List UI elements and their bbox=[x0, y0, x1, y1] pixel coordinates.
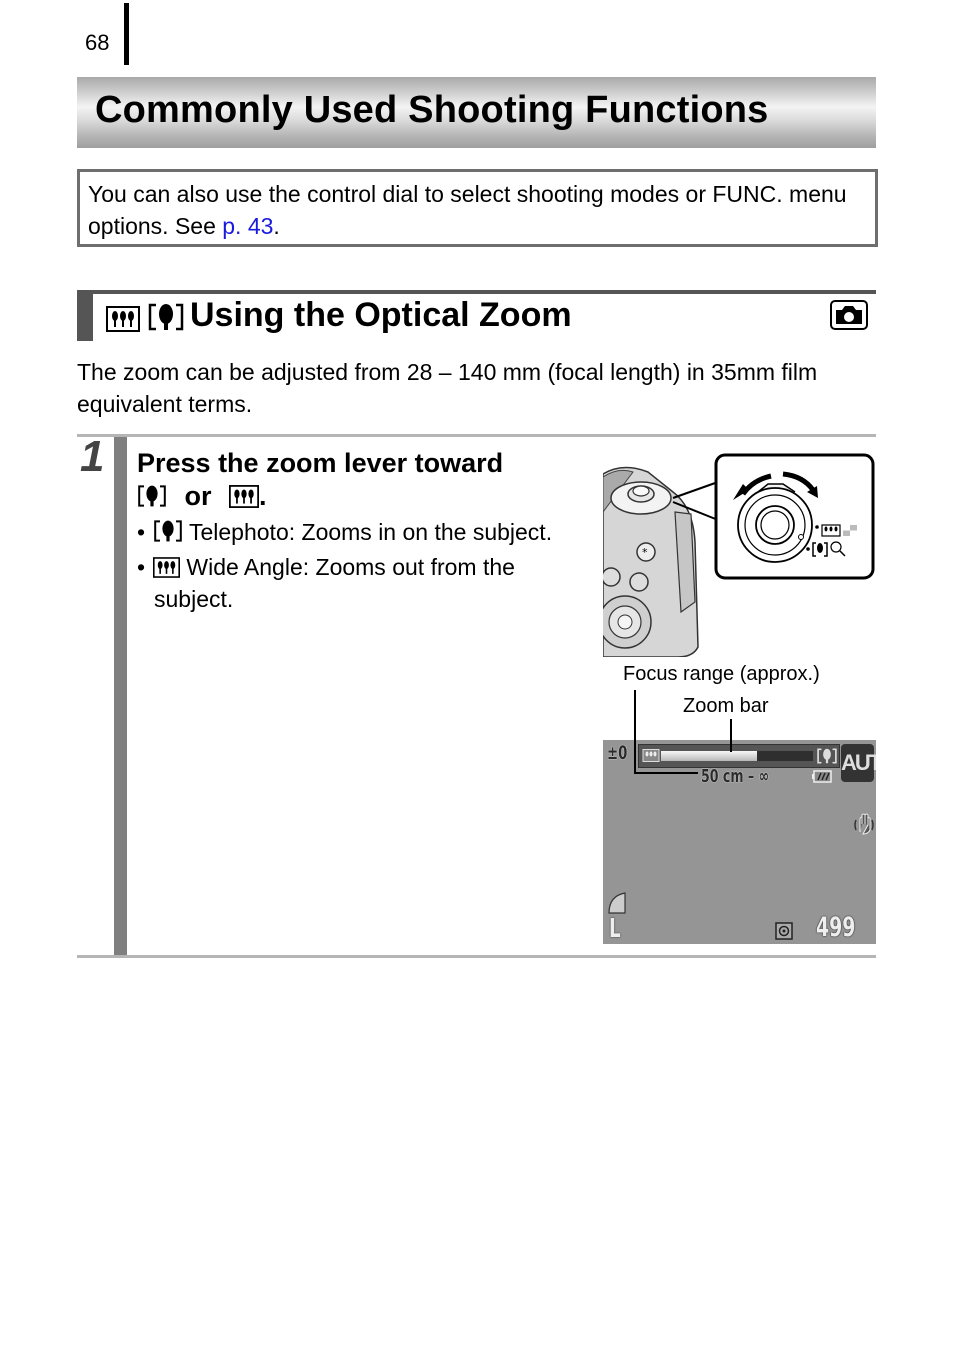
image-stabilizer-icon bbox=[854, 813, 874, 835]
note-text-main: You can also use the control dial to sel… bbox=[88, 181, 847, 239]
zoom-bar-fill bbox=[661, 751, 757, 761]
camera-body-illustration: * bbox=[598, 453, 875, 658]
focus-range-leader-vertical bbox=[634, 690, 636, 774]
bullet-dot: • bbox=[137, 554, 146, 580]
wide-angle-icon bbox=[106, 306, 140, 332]
page-number-rule bbox=[124, 3, 129, 65]
page-link[interactable]: p. 43 bbox=[222, 213, 273, 239]
telephoto-icon bbox=[154, 520, 182, 542]
note-text-end: . bbox=[273, 213, 280, 239]
camera-zoom-lever-illustration: * bbox=[598, 452, 877, 658]
telephoto-icon bbox=[817, 748, 837, 764]
step-top-rule bbox=[77, 434, 876, 437]
focus-range-label: Focus range (approx.) bbox=[623, 663, 820, 685]
zoom-bar-label: Zoom bar bbox=[683, 695, 769, 717]
section-intro: The zoom can be adjusted from 28 – 140 m… bbox=[77, 359, 818, 417]
bullet-wide-angle: • Wide Angle: Zooms out from the subject… bbox=[137, 551, 577, 615]
note-text: You can also use the control dial to sel… bbox=[88, 178, 878, 242]
step-heading-line1: Press the zoom lever toward bbox=[137, 448, 504, 478]
page-number: 68 bbox=[85, 30, 110, 55]
step-heading-period: . bbox=[259, 481, 267, 511]
step-heading-line2: or . bbox=[137, 480, 607, 513]
bullet-telephoto: • Telephoto: Zooms in on the subject. bbox=[137, 516, 607, 548]
camera-icon bbox=[836, 306, 862, 324]
bullet-text: Wide Angle: Zooms out from the bbox=[186, 554, 515, 580]
wide-angle-icon bbox=[229, 485, 260, 508]
chapter-banner: Commonly Used Shooting Functions bbox=[77, 77, 876, 148]
wide-angle-icon bbox=[153, 557, 180, 578]
exposure-compensation: ±0 bbox=[607, 742, 628, 764]
section-header-marker bbox=[77, 290, 93, 341]
zoom-bar bbox=[638, 744, 840, 768]
zoom-bar-remaining bbox=[757, 751, 813, 761]
compression-icon bbox=[608, 892, 626, 914]
note-box: You can also use the control dial to sel… bbox=[77, 169, 878, 247]
step-heading: Press the zoom lever toward or . bbox=[137, 447, 607, 513]
step-number: 1 bbox=[80, 432, 105, 481]
focus-range-readout: 50 cm – ∞ bbox=[701, 766, 770, 787]
shooting-mode-badge bbox=[830, 300, 868, 330]
step-side-bar bbox=[114, 437, 127, 955]
bullet-text: Telephoto: Zooms in on the subject. bbox=[188, 519, 553, 545]
bullet-text-continued: subject. bbox=[154, 586, 234, 612]
chapter-title: Commonly Used Shooting Functions bbox=[95, 89, 769, 131]
image-size: L bbox=[609, 914, 621, 944]
section-title: Using the Optical Zoom bbox=[190, 296, 572, 334]
section-icons bbox=[106, 302, 184, 337]
focus-range-leader-horizontal bbox=[634, 772, 698, 774]
lcd-screen: ±0 AUTO 50 cm – ∞ L 499 bbox=[603, 740, 876, 944]
step-heading-or: or bbox=[184, 481, 212, 511]
telephoto-icon bbox=[149, 303, 184, 331]
section-header-rule bbox=[77, 290, 876, 294]
step-bottom-rule bbox=[77, 955, 876, 958]
wide-angle-icon bbox=[642, 749, 660, 762]
bullet-dot: • bbox=[137, 519, 146, 545]
shots-remaining: 499 bbox=[815, 912, 856, 943]
battery-icon bbox=[812, 770, 832, 783]
shooting-mode-auto: AUTO bbox=[841, 744, 876, 782]
metering-icon bbox=[775, 922, 793, 940]
svg-text:*: * bbox=[642, 546, 648, 559]
zoom-bar-leader bbox=[730, 719, 732, 752]
telephoto-icon bbox=[138, 485, 166, 507]
